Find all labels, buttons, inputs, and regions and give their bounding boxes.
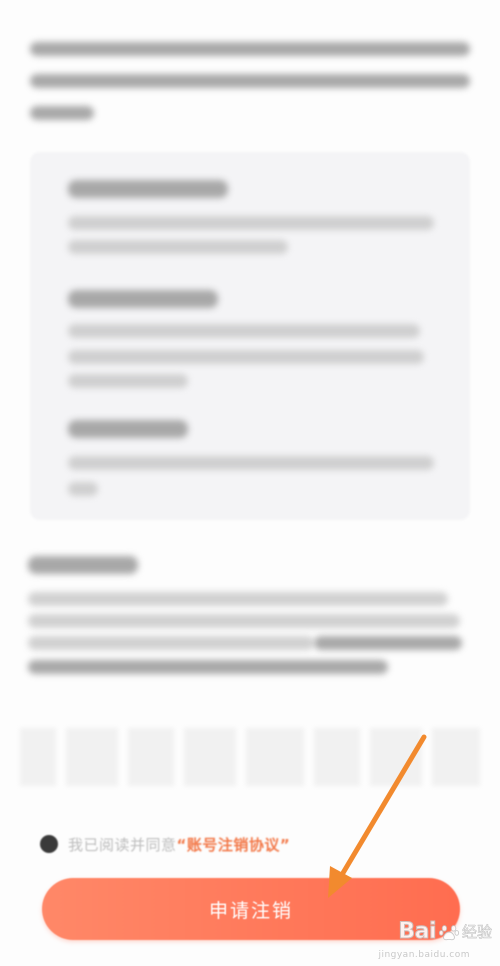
agreement-link[interactable]: “账号注销协议”: [177, 834, 291, 855]
apply-button-label: 申请注销: [208, 899, 293, 922]
apply-cancellation-button[interactable]: 申请注销: [42, 878, 460, 940]
watermark-url: jingyan.baidu.com: [378, 950, 470, 960]
baidu-paw-icon: [438, 924, 460, 940]
account-cancel-page: 我已阅读并同意 “账号注销协议” 申请注销 Bai 经验 jingyan.bai…: [0, 0, 500, 966]
watermark-suffix: 经验: [461, 923, 493, 942]
agreement-row[interactable]: 我已阅读并同意 “账号注销协议”: [40, 832, 290, 856]
baidu-watermark: Bai 经验: [398, 919, 493, 945]
agreement-text: 我已阅读并同意: [68, 835, 177, 854]
agreement-radio-icon[interactable]: [40, 835, 58, 853]
watermark-brand: Bai: [398, 919, 437, 945]
